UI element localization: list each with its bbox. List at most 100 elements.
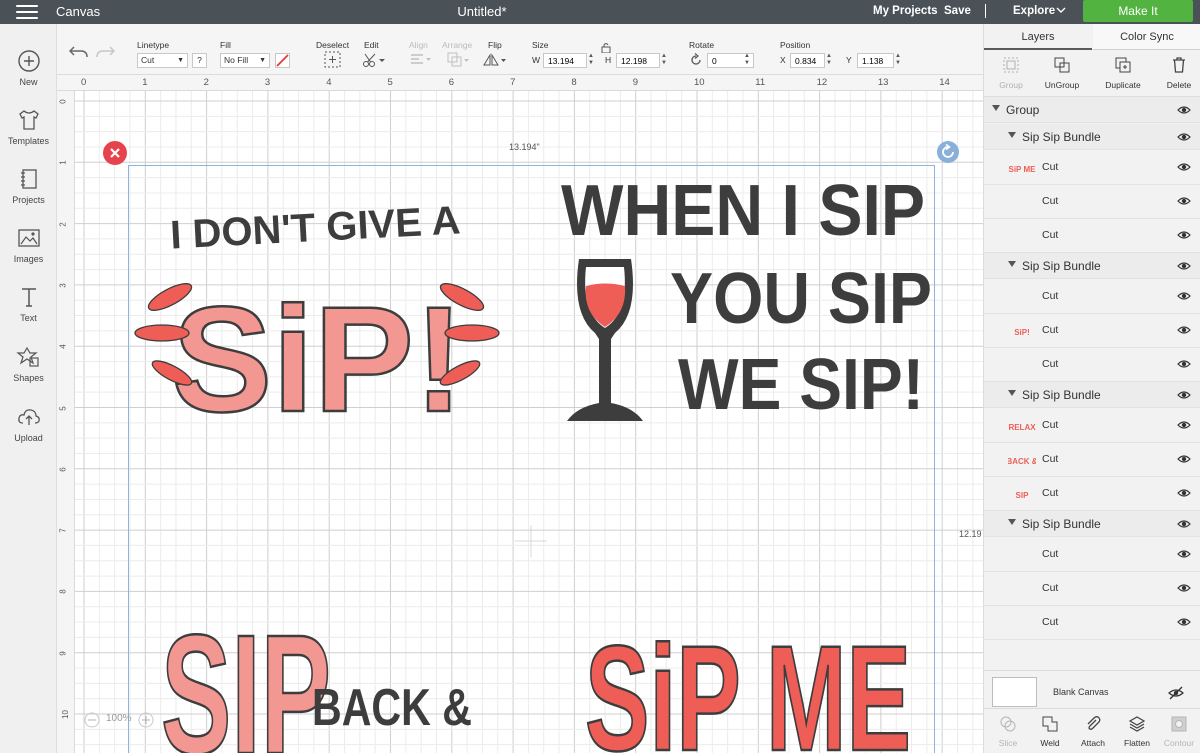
visibility-eye-icon[interactable] bbox=[1177, 615, 1191, 629]
layer-group-row[interactable]: Sip Sip Bundle bbox=[984, 382, 1200, 408]
layer-row[interactable]: SIP Cut bbox=[984, 477, 1200, 511]
layer-row[interactable]: RELAX Cut bbox=[984, 409, 1200, 443]
document-title[interactable]: Untitled* bbox=[440, 4, 524, 19]
attach-button[interactable]: Attach bbox=[1071, 715, 1115, 748]
slice-button[interactable]: Slice bbox=[986, 715, 1030, 748]
layer-row[interactable]: Cut bbox=[984, 606, 1200, 640]
visibility-eye-icon[interactable] bbox=[1177, 357, 1191, 371]
weld-button[interactable]: Weld bbox=[1028, 715, 1072, 748]
visibility-eye-icon[interactable] bbox=[1177, 486, 1191, 500]
visibility-eye-icon[interactable] bbox=[1177, 160, 1191, 174]
visibility-eye-icon[interactable] bbox=[1177, 103, 1191, 117]
layer-row[interactable]: Cut bbox=[984, 348, 1200, 382]
visibility-eye-icon[interactable] bbox=[1177, 452, 1191, 466]
chevron-down-icon[interactable] bbox=[1055, 4, 1067, 16]
zoom-level: 100% bbox=[106, 713, 132, 724]
blank-canvas-swatch[interactable] bbox=[992, 677, 1037, 707]
zoom-out-icon[interactable] bbox=[84, 712, 100, 728]
rail-upload[interactable]: Upload bbox=[0, 404, 57, 443]
ungroup-button[interactable]: UnGroup bbox=[1035, 56, 1089, 90]
contour-button[interactable]: Contour bbox=[1157, 715, 1200, 748]
attach-label: Attach bbox=[1080, 738, 1106, 748]
linetype-select[interactable]: Cut ▼ bbox=[137, 53, 188, 68]
layer-thumbnail-text: SIP bbox=[1016, 491, 1030, 500]
explore-link[interactable]: Explore bbox=[1013, 5, 1055, 17]
layer-linetype-label: Cut bbox=[1042, 582, 1059, 594]
make-it-button[interactable]: Make It bbox=[1083, 0, 1193, 22]
width-input[interactable] bbox=[543, 53, 587, 68]
duplicate-button[interactable]: Duplicate bbox=[1096, 56, 1150, 90]
duplicate-icon bbox=[1115, 57, 1131, 73]
design-canvas[interactable]: 0 1 2 3 4 5 6 7 8 9 10 11 12 13 14 0 1 2 3 4 5 6 7 8 9 10 I DON'… bbox=[57, 75, 983, 753]
rail-images[interactable]: Images bbox=[0, 225, 57, 264]
caret-down-icon[interactable] bbox=[992, 105, 1000, 111]
deselect-icon[interactable] bbox=[324, 51, 341, 68]
x-position-input[interactable] bbox=[790, 53, 825, 68]
lock-icon[interactable] bbox=[601, 42, 611, 53]
visibility-eye-icon[interactable] bbox=[1177, 547, 1191, 561]
height-input[interactable] bbox=[616, 53, 660, 68]
rail-projects[interactable]: Projects bbox=[0, 166, 57, 205]
edit-scissors-icon[interactable] bbox=[362, 52, 386, 68]
caret-down-icon[interactable] bbox=[1008, 390, 1016, 396]
layer-row[interactable]: BACK & Cut bbox=[984, 443, 1200, 477]
layer-group-row[interactable]: Sip Sip Bundle bbox=[984, 253, 1200, 279]
caret-down-icon[interactable] bbox=[1008, 519, 1016, 525]
tab-color-sync[interactable]: Color Sync bbox=[1093, 24, 1200, 50]
layer-row[interactable]: Cut bbox=[984, 185, 1200, 219]
layer-row[interactable]: SiP! Cut bbox=[984, 314, 1200, 348]
visibility-eye-icon[interactable] bbox=[1177, 388, 1191, 402]
hidden-eye-icon[interactable] bbox=[1168, 685, 1184, 701]
layer-row[interactable]: Cut bbox=[984, 219, 1200, 253]
layer-row[interactable]: Cut bbox=[984, 280, 1200, 314]
hamburger-menu-icon[interactable] bbox=[16, 5, 38, 19]
rail-text[interactable]: Text bbox=[0, 284, 57, 323]
rail-new[interactable]: New bbox=[0, 48, 57, 87]
layer-row[interactable]: Cut bbox=[984, 572, 1200, 606]
fill-color-swatch-icon[interactable] bbox=[275, 53, 290, 68]
visibility-eye-icon[interactable] bbox=[1177, 259, 1191, 273]
flatten-button[interactable]: Flatten bbox=[1115, 715, 1159, 748]
caret-down-icon[interactable] bbox=[1008, 261, 1016, 267]
x-stepper[interactable]: ▲ ▼ bbox=[825, 53, 833, 68]
fill-select[interactable]: No Fill ▼ bbox=[220, 53, 270, 68]
layer-group-row[interactable]: Sip Sip Bundle bbox=[984, 124, 1200, 150]
visibility-eye-icon[interactable] bbox=[1177, 581, 1191, 595]
visibility-eye-icon[interactable] bbox=[1177, 418, 1191, 432]
height-stepper[interactable]: ▲ ▼ bbox=[660, 53, 668, 68]
zoom-control[interactable]: 100% bbox=[84, 711, 156, 729]
rail-templates[interactable]: Templates bbox=[0, 107, 57, 146]
caret-down-icon[interactable] bbox=[1008, 132, 1016, 138]
redo-icon[interactable] bbox=[95, 44, 115, 60]
y-position-input[interactable] bbox=[857, 53, 894, 68]
y-stepper[interactable]: ▲ ▼ bbox=[894, 53, 902, 68]
tab-layers[interactable]: Layers bbox=[984, 24, 1092, 50]
selection-bounding-box[interactable] bbox=[128, 165, 935, 753]
visibility-eye-icon[interactable] bbox=[1177, 323, 1191, 337]
visibility-eye-icon[interactable] bbox=[1177, 517, 1191, 531]
rotate-arrow-icon bbox=[942, 143, 954, 158]
visibility-eye-icon[interactable] bbox=[1177, 130, 1191, 144]
layer-row[interactable]: Cut bbox=[984, 538, 1200, 572]
width-stepper[interactable]: ▲ ▼ bbox=[587, 53, 595, 68]
trash-icon bbox=[1173, 57, 1185, 73]
flip-icon[interactable] bbox=[483, 52, 507, 68]
visibility-eye-icon[interactable] bbox=[1177, 289, 1191, 303]
linetype-help-button[interactable]: ? bbox=[192, 53, 207, 68]
my-projects-link[interactable]: My Projects bbox=[873, 5, 938, 17]
layer-group-root[interactable]: Group bbox=[984, 97, 1200, 123]
rotate-handle[interactable] bbox=[937, 141, 959, 163]
layer-thumbnail: SIP bbox=[1008, 484, 1036, 504]
rail-shapes[interactable]: Shapes bbox=[0, 344, 57, 383]
visibility-eye-icon[interactable] bbox=[1177, 228, 1191, 242]
layer-group-row[interactable]: Sip Sip Bundle bbox=[984, 511, 1200, 537]
layer-group-label: Sip Sip Bundle bbox=[1022, 517, 1101, 531]
layer-row[interactable]: SiP ME Cut bbox=[984, 151, 1200, 185]
zoom-in-icon[interactable] bbox=[138, 712, 154, 728]
undo-icon[interactable] bbox=[69, 44, 89, 60]
rotate-stepper[interactable]: ▲ ▼ bbox=[743, 53, 751, 68]
delete-button[interactable]: Delete bbox=[1152, 56, 1200, 90]
delete-handle[interactable] bbox=[103, 141, 127, 165]
save-link[interactable]: Save bbox=[944, 5, 971, 17]
visibility-eye-icon[interactable] bbox=[1177, 194, 1191, 208]
